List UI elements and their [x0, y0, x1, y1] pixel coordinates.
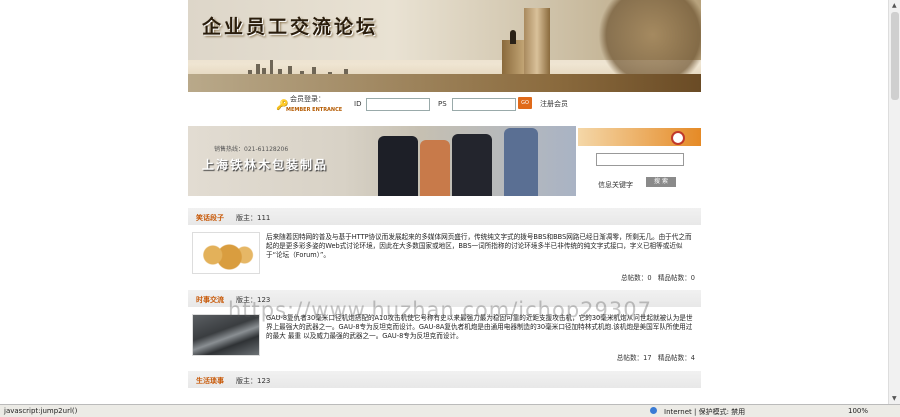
- forum-section: 生活琐事 版主：123: [188, 371, 701, 391]
- watermark-text: https://www.huzhan.com/ichop29307: [228, 298, 652, 322]
- section-name[interactable]: 时事交流: [196, 295, 224, 305]
- person-figure: [378, 136, 418, 196]
- search-button[interactable]: 搜 索: [646, 177, 676, 187]
- password-input[interactable]: [452, 98, 516, 111]
- ad-hotline: 销售热线：021-61128206: [214, 146, 289, 153]
- id-input[interactable]: [366, 98, 430, 111]
- login-bar: 🔑 会员登录： MEMBER ENTRANCE ID PS GO 注册会员: [188, 92, 701, 116]
- featured-count: 精品帖数：0: [657, 274, 695, 282]
- id-label: ID: [354, 100, 362, 108]
- section-thumbnail[interactable]: [192, 232, 260, 274]
- browser-status-bar: javascript:jump2url() Internet | 保护模式: 禁…: [0, 404, 900, 417]
- person-figure: [504, 128, 538, 196]
- login-go-button[interactable]: GO: [518, 97, 532, 109]
- search-panel: 信息关键字 搜 索: [578, 128, 701, 194]
- section-description: 后来随着因特网的普及与基于HTTP协议而发展起来的多媒体网页盛行，传统纯文字式的…: [266, 233, 692, 259]
- search-header: [578, 128, 701, 146]
- section-stats: 总帖数：0 精品帖数：0: [621, 272, 695, 282]
- section-header: 笑话段子 版主：111: [188, 208, 701, 225]
- person-figure: [452, 134, 492, 196]
- section-moderator: 版主：123: [236, 377, 271, 385]
- keyword-input[interactable]: [596, 153, 684, 166]
- password-label: PS: [438, 100, 447, 108]
- vertical-scrollbar[interactable]: ▲ ▼: [888, 0, 900, 404]
- register-link[interactable]: 注册会员: [540, 99, 568, 109]
- section-name[interactable]: 生活琐事: [196, 376, 224, 386]
- site-title: 企业员工交流论坛: [202, 16, 379, 38]
- keyword-label: 信息关键字: [598, 181, 633, 189]
- ad-banner[interactable]: 销售热线：021-61128206 上海铁林木包装制品: [188, 126, 576, 196]
- post-count: 总帖数：17: [616, 354, 652, 362]
- section-stats: 总帖数：17 精品帖数：4: [617, 352, 695, 362]
- scroll-up-icon[interactable]: ▲: [892, 2, 897, 9]
- status-url: javascript:jump2url(): [4, 407, 78, 415]
- ad-brand: 上海铁林木包装制品: [202, 158, 329, 172]
- person-figure: [420, 140, 450, 196]
- scroll-down-icon[interactable]: ▼: [892, 395, 897, 402]
- search-icon: [671, 131, 685, 145]
- scrollbar-thumb[interactable]: [891, 12, 899, 100]
- header-banner: 企业员工交流论坛: [188, 0, 701, 92]
- globe-icon: [650, 407, 657, 414]
- section-name[interactable]: 笑话段子: [196, 213, 224, 223]
- forum-section: 笑话段子 版主：111 后来随着因特网的普及与基于HTTP协议而发展起来的多媒体…: [188, 208, 701, 286]
- member-entrance-label: MEMBER ENTRANCE: [286, 107, 343, 113]
- businessman-figure: [510, 30, 516, 44]
- section-header: 生活琐事 版主：123: [188, 371, 701, 388]
- section-moderator: 版主：111: [236, 214, 271, 222]
- post-count: 总帖数：0: [620, 274, 652, 282]
- featured-count: 精品帖数：4: [657, 354, 695, 362]
- zoom-level[interactable]: 100%: [848, 407, 868, 415]
- member-login-label: 会员登录：: [290, 95, 325, 103]
- forum-page: 企业员工交流论坛 🔑 会员登录： MEMBER ENTRANCE ID PS G…: [188, 0, 701, 404]
